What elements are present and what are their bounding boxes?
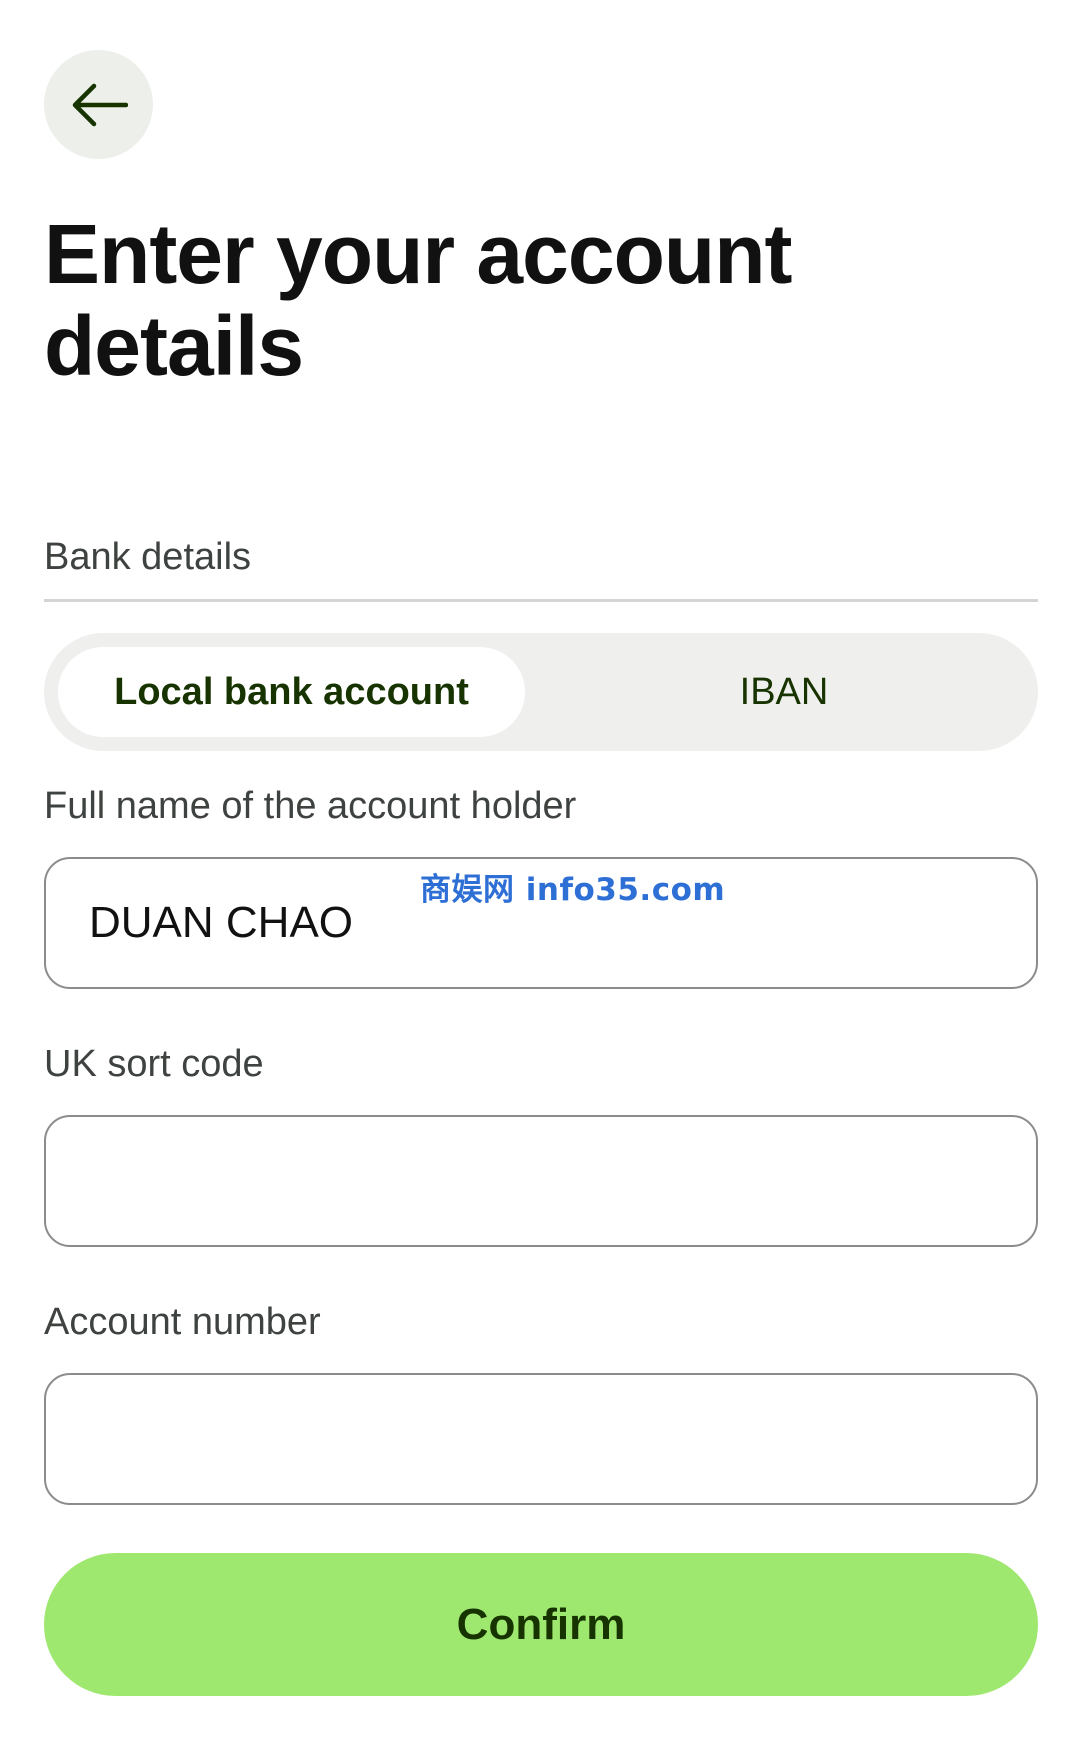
full-name-label: Full name of the account holder: [44, 785, 577, 827]
sort-code-input[interactable]: [44, 1115, 1038, 1247]
sort-code-label: UK sort code: [44, 1043, 264, 1085]
tab-iban[interactable]: IBAN: [544, 647, 1024, 737]
section-divider: [44, 599, 1038, 602]
tab-local-bank-account[interactable]: Local bank account: [58, 647, 525, 737]
account-number-input[interactable]: [44, 1373, 1038, 1505]
confirm-button[interactable]: Confirm: [44, 1553, 1038, 1696]
back-button[interactable]: [44, 50, 153, 159]
arrow-left-icon: [72, 83, 128, 126]
full-name-input[interactable]: [44, 857, 1038, 989]
page-title: Enter your account details: [44, 207, 792, 393]
account-number-label: Account number: [44, 1301, 321, 1343]
account-type-toggle: Local bank account IBAN: [44, 633, 1038, 751]
bank-details-label: Bank details: [44, 536, 252, 578]
